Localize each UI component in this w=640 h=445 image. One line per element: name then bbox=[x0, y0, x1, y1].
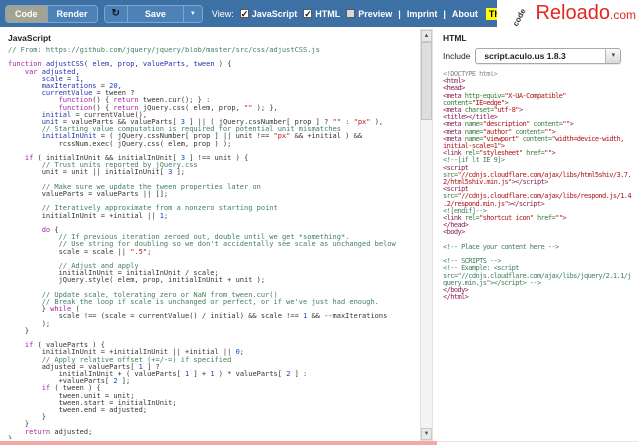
refresh-button[interactable]: ↻ bbox=[104, 5, 127, 22]
chevron-down-icon: ▼ bbox=[189, 10, 196, 17]
code-line: scale = scale || ".5"; bbox=[8, 247, 152, 256]
html-panel-title: HTML bbox=[443, 33, 467, 43]
scrollbar-thumb[interactable] bbox=[421, 42, 432, 120]
code-line: } bbox=[8, 326, 30, 335]
code-button[interactable]: Code bbox=[6, 5, 47, 22]
code-line: query.min.js"></script> --> bbox=[443, 278, 541, 287]
code-line: valueParts = valueParts || []; bbox=[8, 190, 169, 199]
refresh-icon: ↻ bbox=[111, 8, 120, 19]
code-line: <!DOCTYPE html> bbox=[443, 71, 498, 78]
code-reloado-app: Code Render ↻ Save ▼ View: ✓ JavaScript … bbox=[0, 0, 640, 445]
separator: | bbox=[443, 8, 446, 19]
scroll-up-icon[interactable]: ▲ bbox=[421, 30, 432, 42]
code-line: } bbox=[8, 434, 13, 439]
save-dropdown-button[interactable]: ▼ bbox=[182, 5, 202, 22]
html-editor-bottom-border bbox=[437, 441, 638, 442]
editors-area: JavaScript // From: https://github.com/j… bbox=[0, 27, 640, 445]
code-line: <body> bbox=[443, 228, 465, 237]
logo-tld-text: .com bbox=[609, 8, 636, 22]
code-line: initialInUnit = +initial || 1; bbox=[8, 211, 169, 220]
logo-link[interactable]: code Reloado .com bbox=[497, 0, 640, 28]
javascript-panel: JavaScript // From: https://github.com/j… bbox=[0, 27, 437, 445]
javascript-checkbox[interactable]: ✓ bbox=[239, 9, 249, 19]
select-arrow-icon[interactable]: ▾ bbox=[605, 49, 621, 63]
javascript-editor-scrollbar[interactable]: ▲ ▼ bbox=[420, 29, 433, 441]
separator: | bbox=[398, 8, 401, 19]
code-line: <!--[if lt IE 9]> bbox=[443, 156, 505, 165]
preview-checkbox-label: Preview bbox=[358, 8, 393, 19]
toolbar-controls: Code Render ↻ Save ▼ View: ✓ JavaScript … bbox=[0, 0, 497, 27]
javascript-panel-title: JavaScript bbox=[8, 33, 51, 43]
save-button[interactable]: Save bbox=[126, 5, 183, 22]
javascript-code-editor[interactable]: // From: https://github.com/jquery/jquer… bbox=[8, 47, 417, 439]
preview-checkbox[interactable] bbox=[346, 9, 356, 18]
code-line: unit = unit || initialInUnit[ 3 ]; bbox=[8, 168, 186, 177]
include-row: Include script.aculo.us 1.8.3 ▾ bbox=[443, 48, 640, 64]
logo-code-text: code bbox=[510, 7, 528, 28]
save-group: ↻ Save ▼ bbox=[103, 4, 203, 23]
code-line: <html> bbox=[443, 77, 465, 86]
code-line: </head> bbox=[443, 221, 469, 230]
javascript-checkbox-label: JavaScript bbox=[251, 8, 298, 19]
editor-bottom-border bbox=[0, 441, 437, 445]
code-line: <!-- Place your content here --> bbox=[443, 242, 559, 251]
scrollbar-track[interactable] bbox=[421, 42, 432, 428]
toolbar: Code Render ↻ Save ▼ View: ✓ JavaScript … bbox=[0, 0, 640, 28]
code-line: } bbox=[8, 413, 46, 422]
code-line: 2/html5shiv.min.js"></script> bbox=[443, 178, 548, 187]
code-line: ); bbox=[8, 319, 51, 328]
code-line: </html> bbox=[443, 293, 469, 302]
code-line: jQuery.style( elem, prop, initialInUnit … bbox=[8, 276, 266, 285]
scroll-down-icon[interactable]: ▼ bbox=[421, 428, 432, 440]
code-line: // From: https://github.com/jquery/jquer… bbox=[8, 47, 320, 54]
code-line: tween.end = adjusted; bbox=[8, 406, 148, 415]
code-line: return adjusted; bbox=[24, 427, 93, 436]
html-panel: HTML Include script.aculo.us 1.8.3 ▾ <!D… bbox=[437, 27, 640, 445]
html-code-editor[interactable]: <!DOCTYPE html> <html> <head> <meta http-eq… bbox=[443, 71, 640, 405]
code-line: <link rel="shortcut icon" href=""> bbox=[443, 214, 566, 223]
include-label: Include bbox=[443, 51, 471, 61]
view-switch-group: Code Render bbox=[5, 4, 98, 23]
view-label: View: bbox=[211, 8, 234, 19]
banner-badge: This is a code testing platform! bbox=[485, 7, 497, 20]
include-select-value: script.aculo.us 1.8.3 bbox=[484, 51, 566, 61]
render-button[interactable]: Render bbox=[46, 5, 97, 22]
imprint-link[interactable]: Imprint bbox=[407, 9, 438, 19]
about-link[interactable]: About bbox=[452, 9, 478, 19]
html-checkbox-label: HTML bbox=[315, 8, 341, 19]
preview-view-toggle[interactable]: Preview bbox=[346, 9, 392, 19]
code-line: scale !== (scale = currentValue() / init… bbox=[8, 312, 388, 321]
code-line: </body> bbox=[443, 286, 469, 295]
javascript-view-toggle[interactable]: ✓ JavaScript bbox=[239, 8, 298, 19]
include-select[interactable]: script.aculo.us 1.8.3 ▾ bbox=[475, 48, 622, 64]
code-line: rcssNum.exec( jQuery.css( elem, prop ) )… bbox=[8, 139, 232, 148]
html-view-toggle[interactable]: ✓ HTML bbox=[303, 9, 340, 19]
logo-name-text: Reloado bbox=[535, 2, 610, 24]
html-checkbox[interactable]: ✓ bbox=[303, 9, 313, 19]
